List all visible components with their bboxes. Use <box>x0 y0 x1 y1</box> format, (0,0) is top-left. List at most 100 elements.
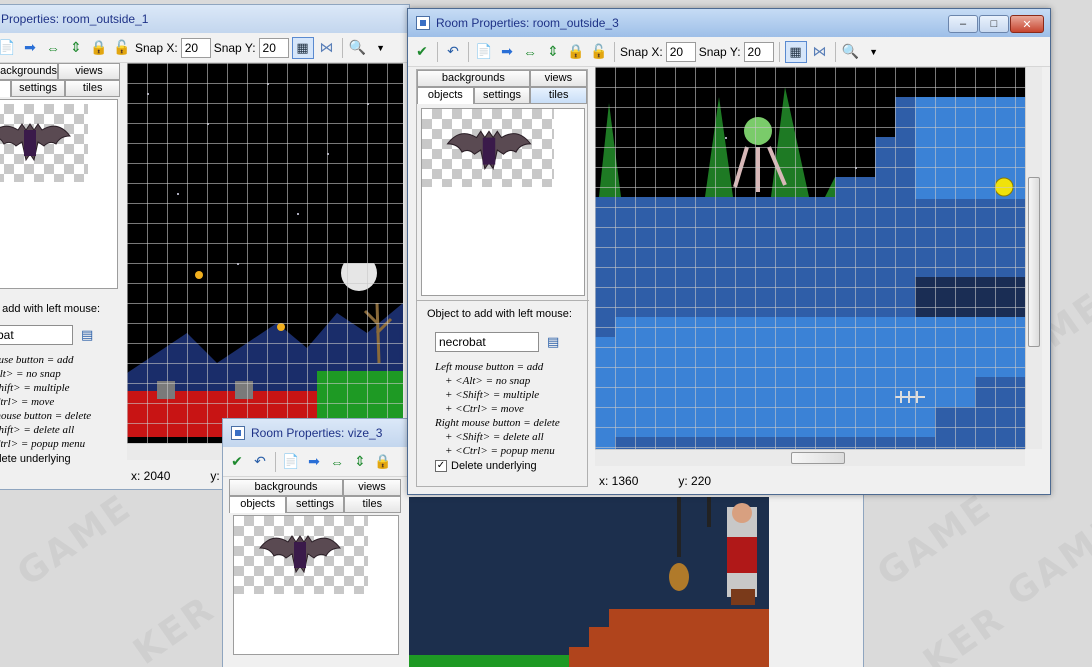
title-bar[interactable]: Room Properties: room_outside_3 – □ ✕ <box>408 9 1050 37</box>
new-icon[interactable]: 📄 <box>0 38 17 58</box>
delete-underlying-checkbox[interactable]: ✓ <box>435 460 447 472</box>
check-icon[interactable]: ✔ <box>227 452 247 472</box>
grid-toggle-icon[interactable]: ▦ <box>784 40 807 63</box>
window-controls: – □ ✕ <box>948 15 1044 33</box>
side-panel: backgrounds views objects settings tiles <box>229 479 401 667</box>
grid-toggle-icon[interactable]: ▦ <box>291 36 314 59</box>
room-window-outside-3[interactable]: Room Properties: room_outside_3 – □ ✕ ✔ … <box>407 8 1051 495</box>
shift-icon[interactable]: ➡ <box>20 38 40 58</box>
bat-sprite-icon <box>446 130 532 171</box>
horizontal-scrollbar[interactable] <box>595 449 1025 466</box>
vertical-scrollbar[interactable] <box>1025 67 1042 449</box>
unlock-icon[interactable]: 🔓 <box>112 38 132 58</box>
tab-objects[interactable]: objects <box>229 496 287 513</box>
undo-icon[interactable]: ↶ <box>443 42 463 62</box>
tab-views[interactable]: views <box>529 70 587 87</box>
close-button[interactable]: ✕ <box>1010 15 1044 33</box>
tab-tiles[interactable]: tiles <box>65 80 120 97</box>
watermark: KER <box>916 598 1013 667</box>
delete-underlying-label[interactable]: elete underlying <box>0 453 71 465</box>
watermark: GAME <box>9 486 140 595</box>
maximize-button[interactable]: □ <box>979 15 1009 33</box>
check-icon[interactable]: ✔ <box>412 42 432 62</box>
status-bar: x: 2040 y: 0 <box>131 469 230 483</box>
help-text: Left mouse button = add + <Alt> = no sna… <box>435 361 560 457</box>
tab-objects[interactable] <box>0 80 11 97</box>
y-coordinate: y: 220 <box>678 474 712 488</box>
tab-tiles[interactable]: tiles <box>530 87 588 104</box>
tab-views[interactable]: views <box>58 63 120 80</box>
add-label: Object to add with left mouse: <box>427 308 572 320</box>
tab-settings[interactable]: settings <box>286 496 344 513</box>
lock-icon[interactable]: 🔒 <box>566 42 586 62</box>
vertical-scroll-thumb[interactable] <box>1028 177 1040 347</box>
shift-horizontal-icon[interactable]: ⇔ <box>43 38 63 58</box>
title-bar[interactable]: Properties: room_outside_1 <box>0 5 409 33</box>
snap-x-label: Snap X: <box>135 40 178 55</box>
object-menu-icon[interactable]: ▤ <box>547 334 559 350</box>
tab-views[interactable]: views <box>343 479 401 496</box>
add-label: o add with left mouse: <box>0 303 101 315</box>
minimize-button[interactable]: – <box>948 15 978 33</box>
lock-icon[interactable]: 🔒 <box>373 452 393 472</box>
object-menu-icon[interactable]: ▤ <box>81 327 93 343</box>
watermark: KER <box>126 588 223 667</box>
side-panel: backgrounds views objects settings tiles… <box>416 69 589 487</box>
shift-horizontal-icon[interactable]: ⇔ <box>327 452 347 472</box>
zoom-icon[interactable]: 🔍 <box>841 42 861 62</box>
watermark: GAME <box>999 506 1092 615</box>
shift-vertical-icon[interactable]: ⇕ <box>66 38 86 58</box>
object-sprite-preview <box>421 108 585 296</box>
isometric-grid-icon[interactable]: ⋈ <box>317 38 337 58</box>
undo-icon[interactable]: ↶ <box>250 452 270 472</box>
shift-icon[interactable]: ➡ <box>497 42 517 62</box>
window-icon <box>416 16 430 30</box>
new-icon[interactable]: 📄 <box>474 42 494 62</box>
isometric-grid-icon[interactable]: ⋈ <box>810 42 830 62</box>
tab-tiles[interactable]: tiles <box>343 496 401 513</box>
room-canvas[interactable] <box>595 67 1025 449</box>
side-panel: backgrounds views settings tiles o add w… <box>0 63 120 487</box>
tab-backgrounds[interactable]: backgrounds <box>0 63 58 80</box>
tab-settings[interactable]: settings <box>10 80 66 97</box>
chevron-down-icon[interactable]: ▼ <box>864 42 884 62</box>
room-canvas[interactable] <box>409 497 769 667</box>
x-coordinate: x: 1360 <box>599 474 639 488</box>
chevron-down-icon[interactable]: ▼ <box>371 38 391 58</box>
horizontal-scroll-thumb[interactable] <box>791 452 845 464</box>
tab-settings[interactable]: settings <box>473 87 531 104</box>
snap-x-input[interactable]: 20 <box>180 37 211 58</box>
room-canvas[interactable] <box>127 63 403 443</box>
snap-x-label: Snap X: <box>620 44 663 59</box>
snap-y-label: Snap Y: <box>213 40 256 55</box>
shift-vertical-icon[interactable]: ⇕ <box>350 452 370 472</box>
object-sprite-preview <box>0 99 118 289</box>
snap-y-input[interactable]: 20 <box>258 37 289 58</box>
lock-icon[interactable]: 🔒 <box>89 38 109 58</box>
new-icon[interactable]: 📄 <box>281 452 301 472</box>
tab-backgrounds[interactable]: backgrounds <box>417 70 530 87</box>
toolbar: 📄 ➡ ⇔ ⇕ 🔒 🔓 Snap X: 20 Snap Y: 20 ▦ ⋈ 🔍 … <box>0 33 409 63</box>
tab-backgrounds[interactable]: backgrounds <box>229 479 343 496</box>
delete-underlying-label: Delete underlying <box>451 460 537 472</box>
bat-sprite-icon <box>258 535 342 574</box>
snap-y-input[interactable]: 20 <box>743 41 774 62</box>
unlock-icon[interactable]: 🔓 <box>589 42 609 62</box>
bat-sprite-icon <box>0 123 72 162</box>
delete-underlying-row[interactable]: ✓ Delete underlying <box>435 460 537 472</box>
shift-horizontal-icon[interactable]: ⇔ <box>520 42 540 62</box>
object-sprite-preview <box>233 515 399 655</box>
window-icon <box>231 426 245 440</box>
status-bar: x: 1360 y: 220 <box>599 474 711 488</box>
dungeon-scene-graphic <box>409 497 769 667</box>
snap-x-input[interactable]: 20 <box>665 41 696 62</box>
tab-strip: backgrounds views settings tiles <box>0 63 120 97</box>
object-select-field[interactable]: necrobat <box>435 332 539 352</box>
shift-vertical-icon[interactable]: ⇕ <box>543 42 563 62</box>
zoom-icon[interactable]: 🔍 <box>348 38 368 58</box>
window-title: Room Properties: vize_3 <box>251 426 383 440</box>
shift-icon[interactable]: ➡ <box>304 452 324 472</box>
x-coordinate: x: 2040 <box>131 469 171 483</box>
tab-objects[interactable]: objects <box>417 87 474 104</box>
object-select-field[interactable]: bat <box>0 325 73 345</box>
